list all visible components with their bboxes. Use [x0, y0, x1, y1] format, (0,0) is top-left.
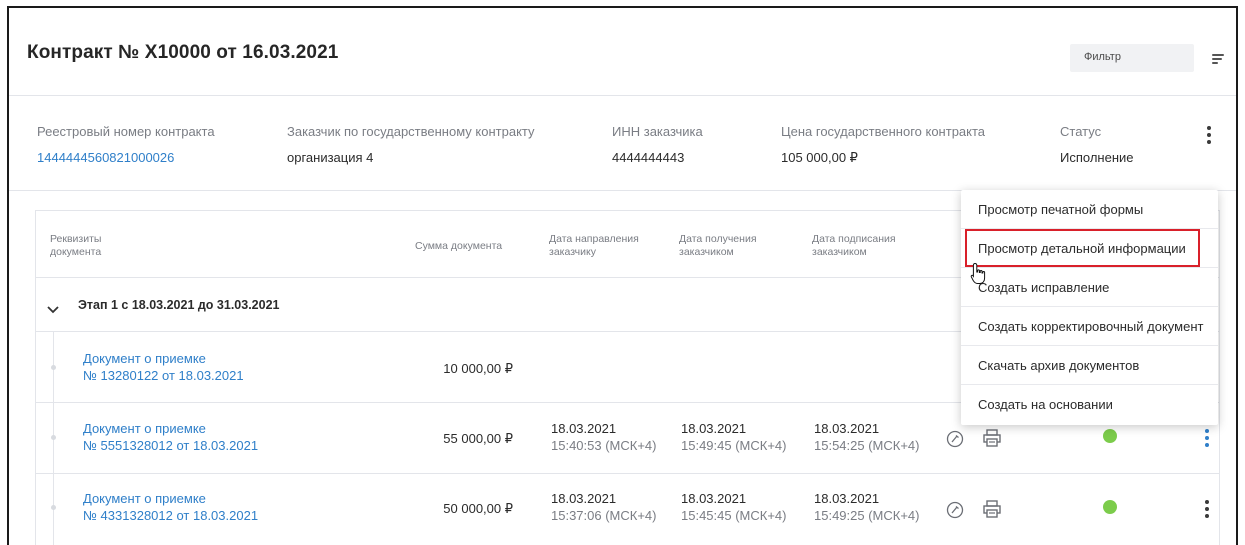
menu-item-create-adjustment[interactable]: Создать корректировочный документ [961, 307, 1218, 346]
document-title: Документ о приемке [83, 421, 206, 436]
inn-value: 4444444443 [612, 150, 685, 165]
column-header-doc: Реквизиты документа [50, 233, 101, 259]
registry-number-link[interactable]: 1444444560821000026 [37, 150, 174, 165]
tree-node [51, 435, 56, 440]
filter-button[interactable]: Фильтр [1070, 44, 1194, 72]
sent-date: 18.03.2021 [551, 491, 617, 506]
status-dot-icon [1103, 429, 1117, 443]
registry-number-label: Реестровый номер контракта [37, 124, 215, 139]
signed-time: 15:49:25 (МСК+4) [814, 508, 920, 523]
column-header-signed-line1: Дата подписания [812, 233, 896, 245]
contract-price-label: Цена государственного контракта [781, 124, 986, 139]
document-link[interactable]: Документ о приемке № 13280122 от 18.03.2… [83, 350, 244, 384]
status-dot-icon [1103, 500, 1117, 514]
menu-item-download-archive[interactable]: Скачать архив документов [961, 346, 1218, 385]
filter-control[interactable]: Фильтр [1070, 44, 1238, 72]
received-date: 18.03.2021 [681, 421, 747, 436]
kebab-menu-icon[interactable] [1202, 500, 1212, 521]
signature-icon[interactable] [946, 501, 964, 519]
kebab-menu-icon[interactable] [1204, 126, 1214, 147]
received-date: 18.03.2021 [681, 491, 747, 506]
chevron-down-icon[interactable] [47, 306, 59, 314]
inn-label: ИНН заказчика [612, 124, 703, 139]
sent-time: 15:40:53 (МСК+4) [551, 438, 657, 453]
page-title: Контракт № Х10000 от 16.03.2021 [27, 42, 339, 63]
document-number: № 13280122 от 18.03.2021 [83, 368, 244, 383]
status-value: Исполнение [1060, 150, 1134, 165]
sent-time: 15:37:06 (МСК+4) [551, 508, 657, 523]
row-divider [36, 473, 1219, 474]
column-header-sent-line1: Дата направления [549, 233, 639, 245]
received-datetime: 18.03.2021 15:49:45 (МСК+4) [681, 420, 787, 454]
customer-value: организация 4 [287, 150, 374, 165]
column-header-doc-line2: документа [50, 246, 102, 258]
filter-icon[interactable] [1210, 50, 1226, 66]
menu-item-create-based-on[interactable]: Создать на основании [961, 385, 1218, 424]
filter-label: Фильтр [1084, 51, 1121, 63]
column-header-signed-line2: заказчиком [812, 246, 867, 258]
signed-datetime: 18.03.2021 15:49:25 (МСК+4) [814, 490, 920, 524]
signed-date: 18.03.2021 [814, 491, 880, 506]
received-time: 15:49:45 (МСК+4) [681, 438, 787, 453]
received-time: 15:45:45 (МСК+4) [681, 508, 787, 523]
column-header-received-line2: заказчиком [679, 246, 734, 258]
document-number: № 5551328012 от 18.03.2021 [83, 438, 259, 453]
signed-date: 18.03.2021 [814, 421, 880, 436]
stage-title[interactable]: Этап 1 с 18.03.2021 до 31.03.2021 [78, 298, 279, 312]
print-icon[interactable] [982, 499, 1002, 519]
sent-datetime: 18.03.2021 15:40:53 (МСК+4) [551, 420, 657, 454]
tree-node [51, 365, 56, 370]
menu-item-print-form[interactable]: Просмотр печатной формы [961, 190, 1218, 229]
kebab-menu-icon[interactable] [1202, 429, 1212, 450]
column-header-amount: Сумма документа [415, 240, 503, 252]
document-amount: 10 000,00 ₽ [443, 361, 513, 376]
customer-label: Заказчик по государственному контракту [287, 124, 535, 139]
header-divider [9, 95, 1236, 96]
column-header-sent-line2: заказчику [549, 246, 596, 258]
document-title: Документ о приемке [83, 351, 206, 366]
print-icon[interactable] [982, 428, 1002, 448]
status-label: Статус [1060, 124, 1102, 139]
signed-datetime: 18.03.2021 15:54:25 (МСК+4) [814, 420, 920, 454]
document-link[interactable]: Документ о приемке № 4331328012 от 18.03… [83, 490, 258, 524]
document-number: № 4331328012 от 18.03.2021 [83, 508, 259, 523]
signature-icon[interactable] [946, 430, 964, 448]
pointer-cursor-icon [970, 262, 986, 284]
column-header-sent: Дата направления заказчику [549, 233, 639, 259]
document-link[interactable]: Документ о приемке № 5551328012 от 18.03… [83, 420, 258, 454]
column-header-received: Дата получения заказчиком [679, 233, 757, 259]
sent-date: 18.03.2021 [551, 421, 617, 436]
signed-time: 15:54:25 (МСК+4) [814, 438, 920, 453]
tree-node [51, 505, 56, 510]
column-header-signed: Дата подписания заказчиком [812, 233, 896, 259]
document-amount: 55 000,00 ₽ [443, 431, 513, 446]
document-title: Документ о приемке [83, 491, 206, 506]
column-header-doc-line1: Реквизиты [50, 233, 102, 245]
received-datetime: 18.03.2021 15:45:45 (МСК+4) [681, 490, 787, 524]
sent-datetime: 18.03.2021 15:37:06 (МСК+4) [551, 490, 657, 524]
contract-price-value: 105 000,00 ₽ [781, 150, 858, 165]
document-amount: 50 000,00 ₽ [443, 501, 513, 516]
menu-item-create-correction[interactable]: Создать исправление [961, 268, 1218, 307]
context-menu: Просмотр печатной формы Просмотр детальн… [961, 190, 1218, 425]
highlight-frame [965, 229, 1200, 267]
column-header-received-line1: Дата получения [679, 233, 757, 245]
